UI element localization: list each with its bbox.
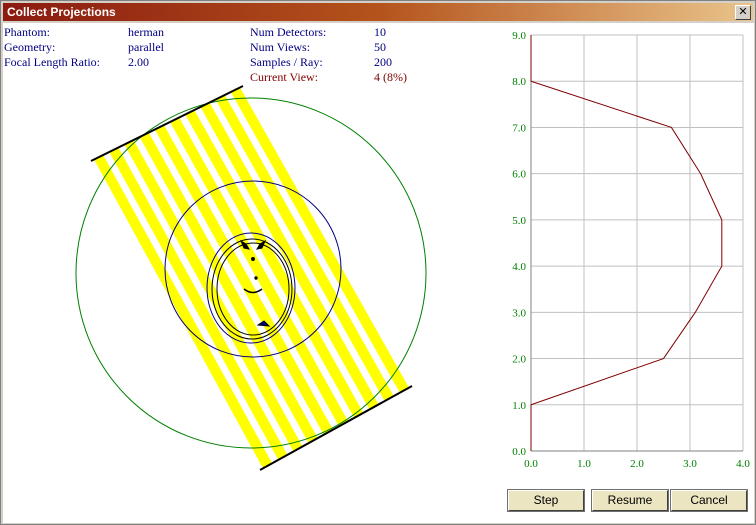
y-tick-label: 1.0 [512,400,526,412]
x-tick-labels: 0.0 1.0 2.0 3.0 4.0 [524,458,750,470]
x-tick-label: 4.0 [736,458,750,470]
projection-series-line [530,35,723,451]
y-tick-label: 5.0 [512,215,526,227]
y-tick-label: 9.0 [512,30,526,42]
ray-beams [94,87,409,469]
y-tick-label: 0.0 [512,446,526,458]
resume-button[interactable]: Resume [592,490,668,511]
step-button[interactable]: Step [508,490,584,511]
close-button[interactable]: ✕ [735,5,751,20]
y-tick-label: 3.0 [512,307,526,319]
y-tick-label: 2.0 [512,354,526,366]
projection-plot: 0.0 1.0 2.0 3.0 4.0 5.0 6.0 7.0 8.0 9.0 0.0 1.0 2.0… [512,30,750,470]
phantom-dot-1 [251,257,255,261]
window-title: Collect Projections [7,5,116,19]
x-tick-label: 2.0 [630,458,644,470]
plot-grid [530,34,744,452]
x-tick-label: 3.0 [683,458,697,470]
y-tick-label: 7.0 [512,122,526,134]
x-tick-label: 1.0 [577,458,591,470]
y-tick-label: 6.0 [512,169,526,181]
y-tick-label: 4.0 [512,261,526,273]
y-tick-label: 8.0 [512,76,526,88]
title-bar[interactable]: Collect Projections ✕ [3,3,753,21]
phantom-dot-2 [254,276,258,280]
x-tick-label: 0.0 [524,458,538,470]
cancel-button[interactable]: Cancel [671,490,747,511]
projection-canvas: Phantom: herman Geometry: parallel Focal… [3,23,754,523]
y-tick-labels: 0.0 1.0 2.0 3.0 4.0 5.0 6.0 7.0 8.0 9.0 [512,30,526,458]
collect-projections-window: Collect Projections ✕ Phantom: herman Ge… [0,0,756,525]
scan-geometry [75,85,427,471]
